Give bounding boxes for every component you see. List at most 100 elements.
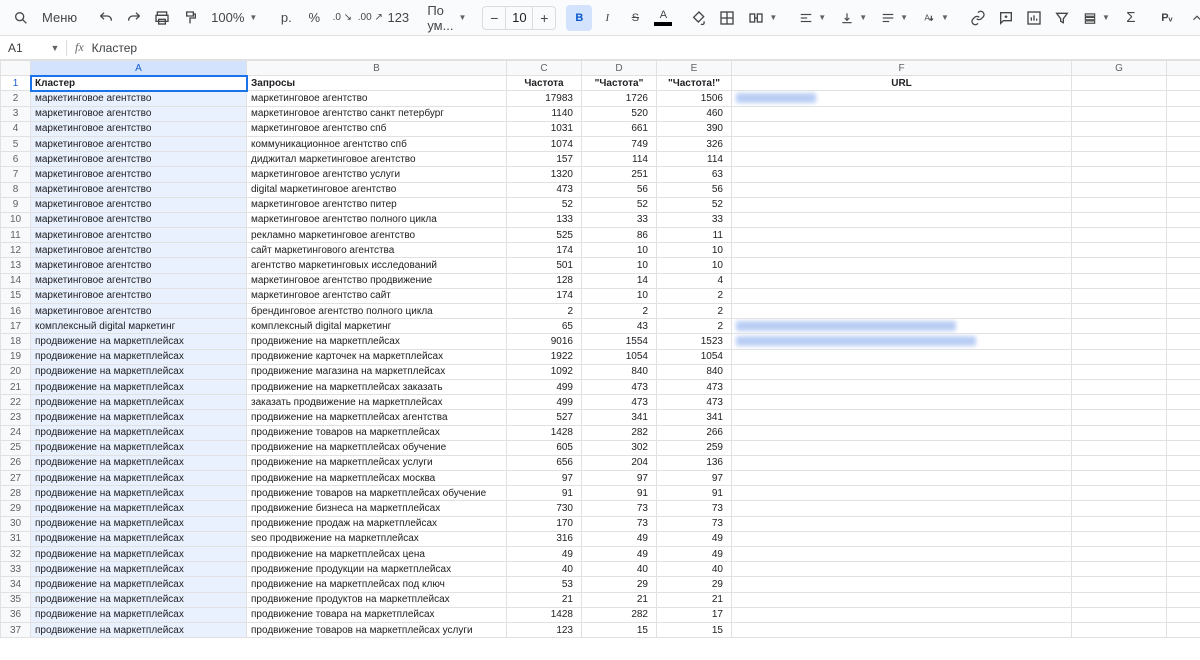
- cell-F9[interactable]: [732, 197, 1072, 212]
- cell-B23[interactable]: продвижение на маркетплейсах агентства: [247, 410, 507, 425]
- cell-A35[interactable]: продвижение на маркетплейсах: [31, 592, 247, 607]
- cell-B10[interactable]: маркетинговое агентство полного цикла: [247, 212, 507, 227]
- cell-F30[interactable]: [732, 516, 1072, 531]
- cell-C8[interactable]: 473: [507, 182, 582, 197]
- text-rotation-button[interactable]: A▼: [916, 6, 955, 30]
- cell-C29[interactable]: 730: [507, 501, 582, 516]
- cell-G6[interactable]: [1072, 152, 1167, 167]
- cell-E10[interactable]: 33: [657, 212, 732, 227]
- cell-D34[interactable]: 29: [582, 577, 657, 592]
- cell-G23[interactable]: [1072, 410, 1167, 425]
- cell-H8[interactable]: [1167, 182, 1200, 197]
- cell-D33[interactable]: 40: [582, 562, 657, 577]
- cell-G34[interactable]: [1072, 577, 1167, 592]
- cell-E27[interactable]: 97: [657, 471, 732, 486]
- cell-H16[interactable]: [1167, 304, 1200, 319]
- cell-A20[interactable]: продвижение на маркетплейсах: [31, 364, 247, 379]
- cell-D18[interactable]: 1554: [582, 334, 657, 349]
- row-header-37[interactable]: 37: [1, 622, 31, 637]
- functions-button[interactable]: Σ: [1118, 5, 1144, 31]
- cell-A37[interactable]: продвижение на маркетплейсах: [31, 622, 247, 637]
- cell-H2[interactable]: [1167, 91, 1200, 106]
- row-header-18[interactable]: 18: [1, 334, 31, 349]
- cell-H29[interactable]: [1167, 501, 1200, 516]
- cell-A13[interactable]: маркетинговое агентство: [31, 258, 247, 273]
- cell-B15[interactable]: маркетинговое агентство сайт: [247, 288, 507, 303]
- cell-F27[interactable]: [732, 471, 1072, 486]
- cell-G32[interactable]: [1072, 547, 1167, 562]
- cell-C22[interactable]: 499: [507, 395, 582, 410]
- cell-E30[interactable]: 73: [657, 516, 732, 531]
- fill-color-button[interactable]: [686, 5, 712, 31]
- cell-D15[interactable]: 10: [582, 288, 657, 303]
- header-cell-E[interactable]: "Частота!": [657, 76, 732, 91]
- cell-G36[interactable]: [1072, 607, 1167, 622]
- cell-E23[interactable]: 341: [657, 410, 732, 425]
- cell-A21[interactable]: продвижение на маркетплейсах: [31, 379, 247, 394]
- cell-F13[interactable]: [732, 258, 1072, 273]
- cell-F24[interactable]: [732, 425, 1072, 440]
- spreadsheet-grid[interactable]: ABCDEFGH1КластерЗапросыЧастота"Частота""…: [0, 60, 1200, 660]
- cell-C35[interactable]: 21: [507, 592, 582, 607]
- cell-F19[interactable]: [732, 349, 1072, 364]
- cell-F2[interactable]: [732, 91, 1072, 106]
- cell-A18[interactable]: продвижение на маркетплейсах: [31, 334, 247, 349]
- cell-C14[interactable]: 128: [507, 273, 582, 288]
- cell-F37[interactable]: [732, 622, 1072, 637]
- cell-E13[interactable]: 10: [657, 258, 732, 273]
- cell-D25[interactable]: 302: [582, 440, 657, 455]
- row-header-22[interactable]: 22: [1, 395, 31, 410]
- cell-D4[interactable]: 661: [582, 121, 657, 136]
- cell-H9[interactable]: [1167, 197, 1200, 212]
- cell-A29[interactable]: продвижение на маркетплейсах: [31, 501, 247, 516]
- cell-H14[interactable]: [1167, 273, 1200, 288]
- borders-button[interactable]: [714, 5, 740, 31]
- cell-H10[interactable]: [1167, 212, 1200, 227]
- cell-A12[interactable]: маркетинговое агентство: [31, 243, 247, 258]
- cell-H18[interactable]: [1167, 334, 1200, 349]
- cell-A3[interactable]: маркетинговое агентство: [31, 106, 247, 121]
- cell-H13[interactable]: [1167, 258, 1200, 273]
- row-header-13[interactable]: 13: [1, 258, 31, 273]
- cell-F17[interactable]: [732, 319, 1072, 334]
- cell-D12[interactable]: 10: [582, 243, 657, 258]
- cell-B12[interactable]: сайт маркетингового агентства: [247, 243, 507, 258]
- cell-G16[interactable]: [1072, 304, 1167, 319]
- cell-F5[interactable]: [732, 136, 1072, 151]
- cell-E20[interactable]: 840: [657, 364, 732, 379]
- cell-E3[interactable]: 460: [657, 106, 732, 121]
- percent-button[interactable]: %: [301, 5, 327, 31]
- cell-E16[interactable]: 2: [657, 304, 732, 319]
- cell-E18[interactable]: 1523: [657, 334, 732, 349]
- cell-D17[interactable]: 43: [582, 319, 657, 334]
- more-formats-button[interactable]: 123: [385, 5, 411, 31]
- cell-D37[interactable]: 15: [582, 622, 657, 637]
- cell-C32[interactable]: 49: [507, 547, 582, 562]
- horizontal-align-button[interactable]: ▼: [793, 6, 832, 30]
- cell-H11[interactable]: [1167, 228, 1200, 243]
- cell-D5[interactable]: 749: [582, 136, 657, 151]
- cell-A28[interactable]: продвижение на маркетплейсах: [31, 486, 247, 501]
- cell-B7[interactable]: маркетинговое агентство услуги: [247, 167, 507, 182]
- cell-H35[interactable]: [1167, 592, 1200, 607]
- cell-B34[interactable]: продвижение на маркетплейсах под ключ: [247, 577, 507, 592]
- cell-E31[interactable]: 49: [657, 531, 732, 546]
- cell-H12[interactable]: [1167, 243, 1200, 258]
- cell-H4[interactable]: [1167, 121, 1200, 136]
- bold-button[interactable]: B: [566, 5, 592, 31]
- row-header-4[interactable]: 4: [1, 121, 31, 136]
- cell-C17[interactable]: 65: [507, 319, 582, 334]
- cell-F29[interactable]: [732, 501, 1072, 516]
- row-header-10[interactable]: 10: [1, 212, 31, 227]
- cell-D28[interactable]: 91: [582, 486, 657, 501]
- header-cell-H[interactable]: [1167, 76, 1200, 91]
- cell-D32[interactable]: 49: [582, 547, 657, 562]
- cell-F3[interactable]: [732, 106, 1072, 121]
- cell-F22[interactable]: [732, 395, 1072, 410]
- cell-G14[interactable]: [1072, 273, 1167, 288]
- cell-E36[interactable]: 17: [657, 607, 732, 622]
- cell-C28[interactable]: 91: [507, 486, 582, 501]
- cell-A14[interactable]: маркетинговое агентство: [31, 273, 247, 288]
- row-header-19[interactable]: 19: [1, 349, 31, 364]
- cell-E5[interactable]: 326: [657, 136, 732, 151]
